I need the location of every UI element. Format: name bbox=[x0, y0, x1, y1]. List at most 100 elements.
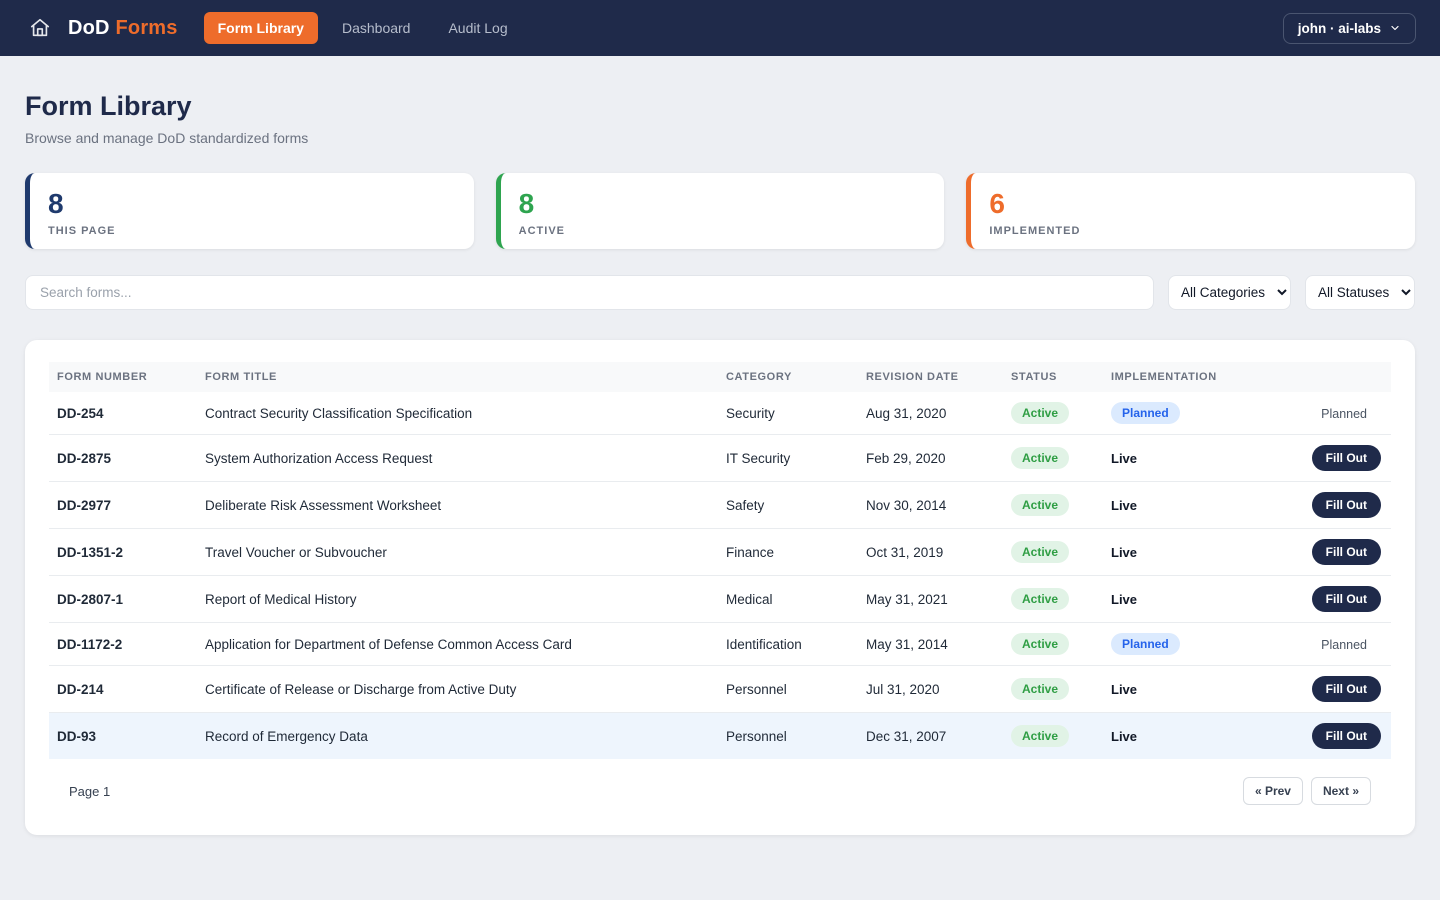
prev-page-button[interactable]: « Prev bbox=[1243, 777, 1303, 805]
form-title-cell: Contract Security Classification Specifi… bbox=[197, 392, 718, 435]
navbar: DoD Forms Form Library Dashboard Audit L… bbox=[0, 0, 1440, 56]
brand-dod: DoD bbox=[68, 17, 110, 39]
fill-out-button[interactable]: Fill Out bbox=[1312, 676, 1381, 702]
status-badge: Active bbox=[1011, 541, 1069, 563]
home-icon bbox=[29, 17, 51, 39]
status-cell: Active bbox=[1003, 623, 1103, 666]
form-number-cell: DD-214 bbox=[49, 666, 197, 713]
fill-out-button[interactable]: Fill Out bbox=[1312, 586, 1381, 612]
action-cell: Fill Out bbox=[1281, 666, 1391, 713]
revision-date-cell: Jul 31, 2020 bbox=[858, 666, 1003, 713]
page-subtitle: Browse and manage DoD standardized forms bbox=[25, 130, 1415, 146]
action-planned-label: Planned bbox=[1321, 638, 1381, 652]
implementation-planned-badge: Planned bbox=[1111, 633, 1180, 655]
fill-out-button[interactable]: Fill Out bbox=[1312, 723, 1381, 749]
table-row: DD-2807-1Report of Medical HistoryMedica… bbox=[49, 576, 1391, 623]
fill-out-button[interactable]: Fill Out bbox=[1312, 445, 1381, 471]
nav-item-form-library[interactable]: Form Library bbox=[204, 12, 318, 44]
status-filter-select[interactable]: All Statuses bbox=[1305, 275, 1415, 310]
implementation-cell: Planned bbox=[1103, 392, 1281, 435]
form-title-cell: Report of Medical History bbox=[197, 576, 718, 623]
status-cell: Active bbox=[1003, 666, 1103, 713]
implementation-cell: Live bbox=[1103, 482, 1281, 529]
stat-label: THIS PAGE bbox=[48, 225, 456, 237]
form-number-cell: DD-2807-1 bbox=[49, 576, 197, 623]
implementation-live-label: Live bbox=[1111, 545, 1137, 560]
next-page-button[interactable]: Next » bbox=[1311, 777, 1371, 805]
user-menu-button[interactable]: john · ai-labs bbox=[1283, 13, 1416, 44]
table-body: DD-254Contract Security Classification S… bbox=[49, 392, 1391, 759]
fill-out-button[interactable]: Fill Out bbox=[1312, 539, 1381, 565]
action-cell: Fill Out bbox=[1281, 435, 1391, 482]
table-row: DD-1172-2Application for Department of D… bbox=[49, 623, 1391, 666]
status-badge: Active bbox=[1011, 402, 1069, 424]
chevron-down-icon bbox=[1389, 22, 1401, 34]
revision-date-cell: Nov 30, 2014 bbox=[858, 482, 1003, 529]
implementation-live-label: Live bbox=[1111, 592, 1137, 607]
status-cell: Active bbox=[1003, 576, 1103, 623]
category-cell: Safety bbox=[718, 482, 858, 529]
table-row: DD-1351-2Travel Voucher or SubvoucherFin… bbox=[49, 529, 1391, 576]
implementation-cell: Live bbox=[1103, 576, 1281, 623]
page-title: Form Library bbox=[25, 91, 1415, 122]
col-header-revision-date: REVISION DATE bbox=[858, 362, 1003, 392]
revision-date-cell: Feb 29, 2020 bbox=[858, 435, 1003, 482]
revision-date-cell: Dec 31, 2007 bbox=[858, 713, 1003, 760]
col-header-implementation: IMPLEMENTATION bbox=[1103, 362, 1281, 392]
implementation-cell: Live bbox=[1103, 435, 1281, 482]
implementation-cell: Live bbox=[1103, 529, 1281, 576]
status-cell: Active bbox=[1003, 482, 1103, 529]
pagination: Page 1 « Prev Next » bbox=[49, 759, 1391, 819]
status-badge: Active bbox=[1011, 725, 1069, 747]
action-planned-label: Planned bbox=[1321, 407, 1381, 421]
brand-logo: DoD Forms bbox=[68, 17, 178, 40]
table-row: DD-2875System Authorization Access Reque… bbox=[49, 435, 1391, 482]
form-number-cell: DD-93 bbox=[49, 713, 197, 760]
form-title-cell: Deliberate Risk Assessment Worksheet bbox=[197, 482, 718, 529]
user-menu-label: john · ai-labs bbox=[1298, 21, 1381, 36]
implementation-cell: Live bbox=[1103, 713, 1281, 760]
status-cell: Active bbox=[1003, 529, 1103, 576]
home-button[interactable] bbox=[24, 12, 56, 44]
category-cell: IT Security bbox=[718, 435, 858, 482]
pager-buttons: « Prev Next » bbox=[1243, 777, 1371, 805]
stat-value: 8 bbox=[48, 189, 456, 220]
status-cell: Active bbox=[1003, 392, 1103, 435]
form-number-cell: DD-2977 bbox=[49, 482, 197, 529]
table-header: FORM NUMBER FORM TITLE CATEGORY REVISION… bbox=[49, 362, 1391, 392]
stat-label: IMPLEMENTED bbox=[989, 225, 1397, 237]
stat-card-implemented: 6 IMPLEMENTED bbox=[966, 173, 1415, 249]
stat-value: 6 bbox=[989, 189, 1397, 220]
form-number-cell: DD-2875 bbox=[49, 435, 197, 482]
fill-out-button[interactable]: Fill Out bbox=[1312, 492, 1381, 518]
action-cell: Planned bbox=[1281, 392, 1391, 435]
stat-card-active: 8 ACTIVE bbox=[496, 173, 945, 249]
col-header-status: STATUS bbox=[1003, 362, 1103, 392]
status-badge: Active bbox=[1011, 447, 1069, 469]
form-title-cell: Travel Voucher or Subvoucher bbox=[197, 529, 718, 576]
nav-item-audit-log[interactable]: Audit Log bbox=[434, 12, 521, 44]
col-header-category: CATEGORY bbox=[718, 362, 858, 392]
search-input[interactable] bbox=[25, 275, 1154, 310]
category-cell: Security bbox=[718, 392, 858, 435]
implementation-live-label: Live bbox=[1111, 729, 1137, 744]
implementation-planned-badge: Planned bbox=[1111, 402, 1180, 424]
nav-item-dashboard[interactable]: Dashboard bbox=[328, 12, 425, 44]
nav-links: Form Library Dashboard Audit Log bbox=[204, 12, 1283, 44]
action-cell: Fill Out bbox=[1281, 713, 1391, 760]
status-cell: Active bbox=[1003, 435, 1103, 482]
action-cell: Fill Out bbox=[1281, 482, 1391, 529]
form-number-cell: DD-254 bbox=[49, 392, 197, 435]
category-cell: Medical bbox=[718, 576, 858, 623]
category-filter-select[interactable]: All Categories bbox=[1168, 275, 1291, 310]
revision-date-cell: Aug 31, 2020 bbox=[858, 392, 1003, 435]
action-cell: Fill Out bbox=[1281, 576, 1391, 623]
form-number-cell: DD-1351-2 bbox=[49, 529, 197, 576]
forms-table-card: FORM NUMBER FORM TITLE CATEGORY REVISION… bbox=[25, 340, 1415, 835]
implementation-live-label: Live bbox=[1111, 498, 1137, 513]
category-cell: Finance bbox=[718, 529, 858, 576]
status-badge: Active bbox=[1011, 494, 1069, 516]
status-badge: Active bbox=[1011, 633, 1069, 655]
table-row: DD-254Contract Security Classification S… bbox=[49, 392, 1391, 435]
brand-forms: Forms bbox=[115, 17, 177, 39]
